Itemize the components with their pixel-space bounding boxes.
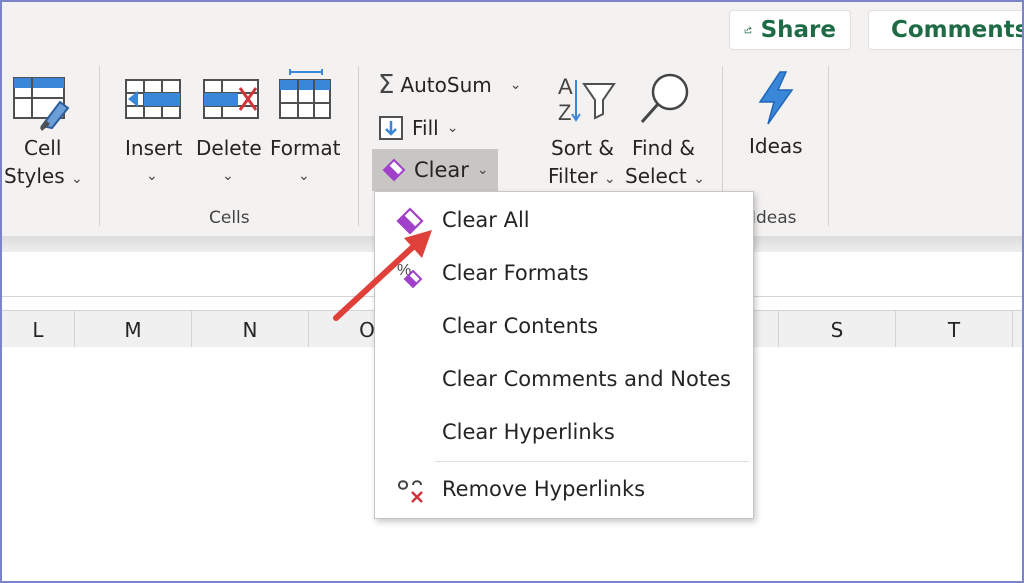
chevron-down-icon: ⌄ (446, 120, 459, 136)
find-select-button[interactable]: Find & Select ⌄ (624, 70, 706, 194)
sort-filter-label-1: Sort & (551, 136, 614, 160)
cell-styles-label-2: Styles ⌄ (4, 162, 83, 194)
menu-item-label: Clear Comments and Notes (442, 367, 731, 391)
menu-item-label: Clear Contents (442, 314, 599, 338)
share-icon (744, 26, 752, 34)
menu-divider (435, 461, 749, 462)
delete-cells-icon (203, 79, 259, 119)
sort-filter-label-text: Filter (548, 164, 598, 188)
column-label: L (32, 318, 44, 342)
ideas-label: Ideas (749, 134, 803, 158)
chevron-down-icon: ⌄ (509, 77, 522, 93)
group-separator (828, 66, 829, 226)
sort-filter-icon: A Z (558, 74, 616, 125)
ideas-group-label: Ideas (751, 208, 797, 228)
excel-window: Share Comments Cell Styles ⌄ Insert ⌄ De… (0, 0, 1024, 583)
chevron-down-icon: ⌄ (603, 171, 616, 187)
insert-button[interactable]: Insert ⌄ (118, 72, 186, 192)
insert-label: Insert (125, 136, 183, 160)
format-label: Format (270, 136, 341, 160)
eraser-icon (382, 158, 406, 182)
menu-item-clear-comments-notes[interactable]: Clear Comments and Notes (375, 357, 753, 401)
delete-label: Delete (196, 136, 262, 160)
sort-filter-button[interactable]: A Z Sort & Filter ⌄ (546, 70, 618, 194)
autosum-label: AutoSum (400, 73, 492, 97)
cell-styles-label-1: Cell (24, 136, 62, 160)
menu-item-label: Clear All (442, 208, 530, 232)
cells-group-label: Cells (209, 208, 250, 228)
chevron-down-icon: ⌄ (222, 168, 234, 184)
insert-cells-icon (125, 79, 181, 119)
svg-text:A: A (558, 74, 573, 99)
cell-styles-button[interactable]: Cell Styles ⌄ (2, 72, 87, 192)
menu-item-label: Remove Hyperlinks (442, 477, 646, 501)
chevron-down-icon: ⌄ (146, 168, 158, 184)
column-label: T (947, 318, 961, 342)
chevron-down-icon: ⌄ (298, 168, 310, 184)
column-header-s[interactable]: S (779, 311, 896, 347)
column-label: N (242, 318, 258, 342)
menu-item-clear-hyperlinks[interactable]: Clear Hyperlinks (375, 410, 753, 454)
lightning-icon (758, 71, 794, 125)
cell-styles-icon (13, 77, 70, 131)
clear-label: Clear (414, 158, 469, 182)
column-header-n[interactable]: N (192, 311, 309, 347)
chevron-down-icon: ⌄ (71, 171, 83, 187)
cell-styles-label-text: Styles (4, 164, 65, 188)
delete-button[interactable]: Delete ⌄ (196, 72, 262, 192)
column-header-m[interactable]: M (75, 311, 192, 347)
magnifier-icon (640, 73, 689, 123)
fill-button[interactable]: Fill ⌄ (378, 112, 458, 144)
share-button[interactable]: Share (729, 10, 851, 50)
find-select-label-text: Select (625, 164, 687, 188)
column-label: M (124, 318, 142, 342)
annotation-arrow (333, 230, 432, 321)
menu-item-label: Clear Hyperlinks (442, 420, 615, 444)
menu-item-remove-hyperlinks[interactable]: Remove Hyperlinks (375, 467, 753, 511)
ideas-button[interactable]: Ideas (746, 68, 810, 188)
group-separator (358, 66, 359, 226)
find-select-label-2: Select ⌄ (625, 162, 705, 194)
fill-down-icon (379, 116, 403, 140)
comments-label: Comments (891, 17, 1024, 43)
comments-button[interactable]: Comments (868, 10, 1024, 50)
chevron-down-icon: ⌄ (476, 162, 489, 178)
format-button[interactable]: Format ⌄ (270, 68, 342, 192)
menu-item-label: Clear Formats (442, 261, 589, 285)
chevron-down-icon: ⌄ (693, 171, 705, 187)
format-cells-icon (279, 69, 331, 119)
column-header-l[interactable]: L (2, 311, 75, 347)
column-label: S (830, 318, 844, 342)
share-label: Share (760, 17, 836, 43)
svg-text:Z: Z (558, 100, 571, 125)
fill-label: Fill (412, 116, 439, 140)
clear-button[interactable]: Clear ⌄ (372, 149, 498, 191)
remove-link-icon (398, 480, 423, 503)
column-header-t[interactable]: T (896, 311, 1013, 347)
autosum-button[interactable]: Σ AutoSum ⌄ (378, 68, 521, 102)
group-separator (99, 66, 100, 226)
sort-filter-label-2: Filter ⌄ (548, 162, 616, 194)
find-select-label-1: Find & (632, 136, 695, 160)
sigma-icon: Σ (378, 70, 395, 100)
